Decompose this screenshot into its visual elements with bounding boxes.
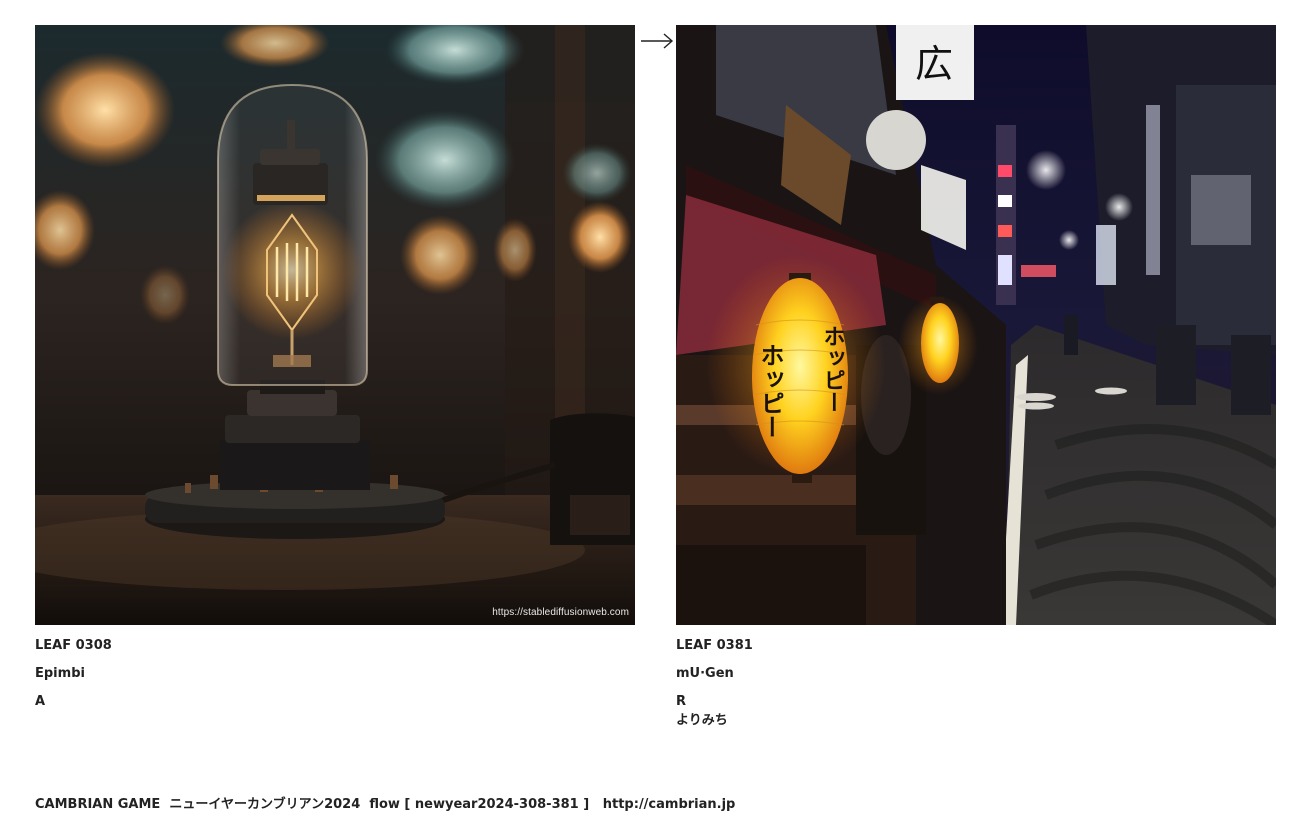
leaf-code: LEAF 0308: [35, 638, 112, 653]
watermark-text: https://stablediffusionweb.com: [492, 607, 629, 618]
leaf-0381-meta: LEAF 0381 mU·Gen R よりみち: [676, 636, 1276, 730]
leaf-mark: R: [676, 694, 687, 709]
footer-event[interactable]: ニューイヤーカンブリアン2024: [169, 797, 360, 812]
lantern-text-left: ホッピー: [756, 343, 784, 439]
leaf-author[interactable]: Epimbi: [35, 664, 635, 683]
leaf-0308-image[interactable]: https://stablediffusionweb.com: [35, 25, 635, 625]
night-alley-lantern-photo: 広 ホッピー ホッピー: [676, 25, 1276, 625]
lantern-text-right: ホッピー: [820, 325, 845, 413]
right-arrow-icon: [640, 28, 674, 54]
leaf-author[interactable]: mU·Gen: [676, 664, 1276, 683]
leaf-mark: A: [35, 694, 46, 709]
leaf-code: LEAF 0381: [676, 638, 753, 653]
leaf-0308-meta: LEAF 0308 Epimbi A: [35, 636, 635, 711]
footer-url-link[interactable]: http://cambrian.jp: [603, 797, 736, 812]
footer-flow: flow [ newyear2024-308-381 ]: [369, 797, 590, 812]
leaf-card-0381: 広 ホッピー ホッピー LEAF 0381 mU·Gen R よりみち: [676, 25, 1276, 739]
footer-brand[interactable]: CAMBRIAN GAME: [35, 797, 160, 812]
vacuum-tube-lamp-photo: [35, 25, 635, 625]
leaf-0381-image[interactable]: 広 ホッピー ホッピー: [676, 25, 1276, 625]
footer: CAMBRIAN GAME ニューイヤーカンブリアン2024 flow [ ne…: [35, 793, 735, 812]
leaf-card-0308: https://stablediffusionweb.com LEAF 0308…: [35, 25, 635, 720]
leaf-title: よりみち: [676, 713, 728, 728]
sign-character: 広: [915, 42, 953, 86]
